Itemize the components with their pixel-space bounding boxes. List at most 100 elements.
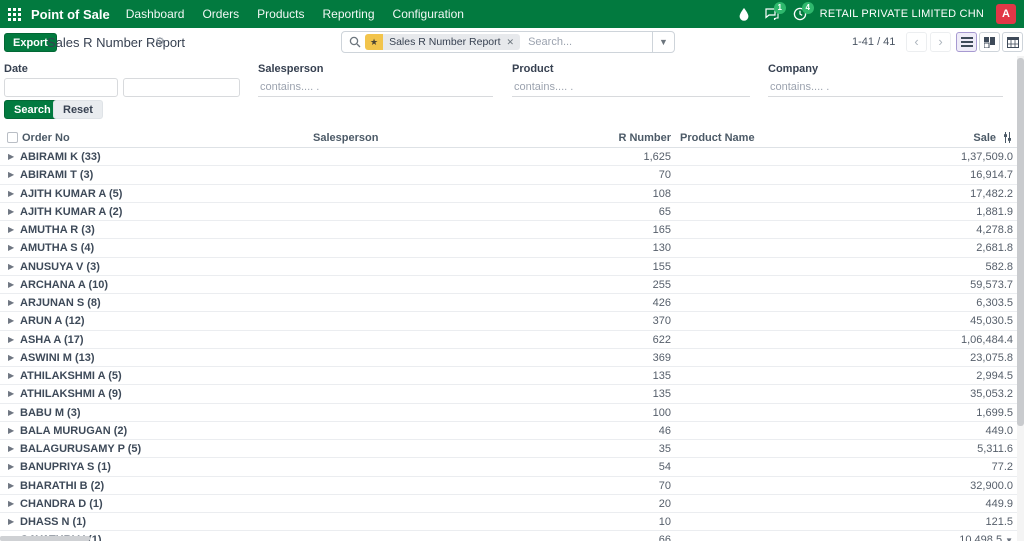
table-group-row[interactable]: ▶ BABU M (3) 100 1,699.5▼ [0,404,1017,422]
expand-caret-icon[interactable]: ▶ [0,349,20,367]
sale-cell: 77.2▼ [991,461,1013,474]
table-group-row[interactable]: ▶ AMUTHA R (3) 165 4,278.8▼ [0,221,1017,240]
user-avatar[interactable]: A [996,4,1016,24]
expand-caret-icon[interactable]: ▶ [0,385,20,403]
action-gear-icon[interactable]: ⚙ [155,35,165,48]
expand-caret-icon[interactable]: ▶ [0,276,20,294]
table-group-row[interactable]: ▶ ABIRAMI K (33) 1,625 1,37,509.0▼ [0,148,1017,167]
menu-reporting[interactable]: Reporting [323,7,375,21]
table-group-row[interactable]: ▶ ATHILAKSHMI A (9) 135 35,053.2▼ [0,385,1017,404]
expand-caret-icon[interactable]: ▶ [0,203,20,221]
group-name: ARUN A (12) [20,315,85,328]
table-group-row[interactable]: ▶ DHASS N (1) 10 121.5▼ [0,513,1017,532]
column-header-order-no[interactable]: Order No [20,132,300,144]
expand-caret-icon[interactable]: ▶ [0,185,20,203]
expand-caret-icon[interactable]: ▶ [0,422,20,440]
table-group-row[interactable]: ▶ ANUSUYA V (3) 155 582.8▼ [0,258,1017,276]
expand-caret-icon[interactable]: ▶ [0,294,20,312]
expand-caret-icon[interactable]: ▶ [0,458,20,476]
expand-caret-icon[interactable]: ▶ [0,331,20,349]
r-number-cell: 70 [658,479,671,492]
company-input[interactable] [768,78,1003,97]
kanban-view-button[interactable] [979,32,1000,52]
table-group-row[interactable]: ▶ ABIRAMI T (3) 70 16,914.7▼ [0,166,1017,185]
salesperson-input[interactable] [258,78,493,97]
column-header-r-number[interactable]: R Number [560,132,673,144]
group-name: ATHILAKSHMI A (5) [20,370,122,382]
sale-cell: 2,994.5▼ [976,370,1013,382]
table-group-row[interactable]: ▶ AMUTHA S (4) 130 2,681.8▼ [0,239,1017,258]
table-body: ▶ ABIRAMI K (33) 1,625 1,37,509.0▼ ▶ ABI… [0,148,1017,541]
pager-next-button[interactable]: › [930,32,951,52]
sale-cell: 4,278.8▼ [976,224,1013,236]
table-group-row[interactable]: ▶ ARCHANA A (10) 255 59,573.7▼ [0,276,1017,294]
odoo-window: Point of Sale Dashboard Orders Products … [0,0,1024,541]
table-group-row[interactable]: ▶ ARUN A (12) 370 45,030.5▼ [0,312,1017,331]
sale-dropdown-caret-icon: ▼ [1005,536,1013,541]
table-group-row[interactable]: ▶ ARJUNAN S (8) 426 6,303.5▼ [0,294,1017,313]
sale-cell: 1,06,484.4▼ [961,333,1013,346]
expand-caret-icon[interactable]: ▶ [0,513,20,531]
expand-caret-icon[interactable]: ▶ [0,404,20,422]
app-brand[interactable]: Point of Sale [31,7,110,22]
date-to-input[interactable] [123,78,240,97]
messages-icon[interactable]: 1 [764,2,786,22]
search-bar[interactable]: ★ Sales R Number Report ✕ Search... ▼ [341,31,675,53]
table-group-row[interactable]: ▶ BALAGURUSAMY P (5) 35 5,311.6▼ [0,440,1017,459]
column-header-salesperson[interactable]: Salesperson [300,132,560,144]
select-all-checkbox[interactable] [7,132,18,143]
activities-clock-icon[interactable]: 4 [792,2,814,22]
facet-remove-icon[interactable]: ✕ [507,37,515,48]
menu-orders[interactable]: Orders [202,7,239,21]
apps-grid-icon[interactable] [8,7,21,21]
expand-caret-icon[interactable]: ▶ [0,258,20,276]
salesperson-label: Salesperson [258,63,324,75]
date-from-input[interactable] [4,78,118,97]
menu-dashboard[interactable]: Dashboard [126,7,185,21]
menu-products[interactable]: Products [257,7,304,21]
r-number-cell: 108 [652,187,671,200]
group-name: ANUSUYA V (3) [20,260,100,273]
table-group-row[interactable]: ▶ ASHA A (17) 622 1,06,484.4▼ [0,331,1017,349]
r-number-cell: 66 [658,534,671,541]
table-group-row[interactable]: ▶ BHARATHI B (2) 70 32,900.0▼ [0,477,1017,495]
menu-configuration[interactable]: Configuration [393,7,464,21]
sale-cell: 5,311.6▼ [977,443,1013,455]
table-group-row[interactable]: ▶ BANUPRIYA S (1) 54 77.2▼ [0,458,1017,477]
expand-caret-icon[interactable]: ▶ [0,221,20,239]
table-group-row[interactable]: ▶ ATHILAKSHMI A (5) 135 2,994.5▼ [0,367,1017,386]
table-group-row[interactable]: ▶ CHANDRA D (1) 20 449.9▼ [0,495,1017,513]
table-group-row[interactable]: ▶ AJITH KUMAR A (2) 65 1,881.9▼ [0,203,1017,221]
pager-previous-button[interactable]: ‹ [906,32,927,52]
debug-droplet-icon[interactable] [736,6,752,22]
vertical-scrollbar-thumb[interactable] [1017,58,1024,426]
optional-columns-icon[interactable] [1002,132,1013,143]
expand-caret-icon[interactable]: ▶ [0,166,20,184]
sale-cell: 2,681.8▼ [976,242,1013,255]
expand-caret-icon[interactable]: ▶ [0,148,20,166]
expand-caret-icon[interactable]: ▶ [0,312,20,330]
expand-caret-icon[interactable]: ▶ [0,367,20,385]
table-group-row[interactable]: ▶ GAYATHRI V (1) 66 10,498.5▼ [0,531,1017,541]
group-name: AJITH KUMAR A (2) [20,205,123,218]
filter-reset-button[interactable]: Reset [53,100,103,119]
group-name: BANUPRIYA S (1) [20,461,111,474]
product-input[interactable] [512,78,750,97]
horizontal-scrollbar-thumb[interactable] [0,536,90,541]
sale-cell: 16,914.7▼ [970,169,1013,182]
expand-caret-icon[interactable]: ▶ [0,495,20,513]
table-group-row[interactable]: ▶ ASWINI M (13) 369 23,075.8▼ [0,349,1017,367]
search-input[interactable]: Search... [528,36,652,48]
company-switcher[interactable]: RETAIL PRIVATE LIMITED CHN [820,8,984,20]
expand-caret-icon[interactable]: ▶ [0,477,20,495]
expand-caret-icon[interactable]: ▶ [0,440,20,458]
expand-caret-icon[interactable]: ▶ [0,239,20,257]
column-header-sale[interactable]: Sale [973,132,996,144]
table-group-row[interactable]: ▶ BALA MURUGAN (2) 46 449.0▼ [0,422,1017,440]
column-header-product-name[interactable]: Product Name [673,132,900,144]
table-group-row[interactable]: ▶ AJITH KUMAR A (5) 108 17,482.2▼ [0,185,1017,203]
pivot-view-button[interactable] [1002,32,1023,52]
list-view-button[interactable] [956,32,977,52]
search-dropdown-caret-icon[interactable]: ▼ [652,32,674,52]
vertical-scrollbar[interactable] [1017,56,1024,541]
